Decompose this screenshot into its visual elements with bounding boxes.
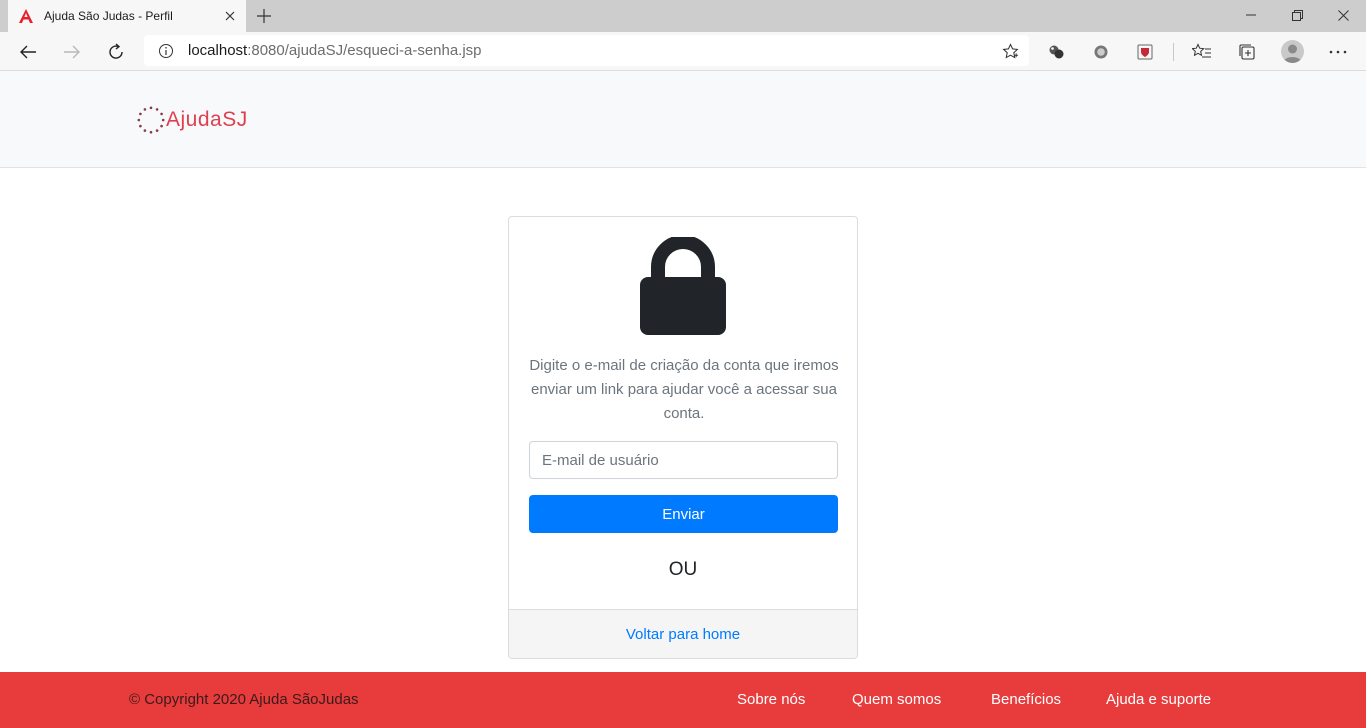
footer-link-ajuda-suporte[interactable]: Ajuda e suporte: [1106, 691, 1211, 708]
restore-icon[interactable]: [1274, 0, 1320, 30]
email-input[interactable]: [529, 441, 838, 479]
profile-avatar[interactable]: [1281, 40, 1304, 63]
browser-toolbar: localhost:8080/ajudaSJ/esqueci-a-senha.j…: [0, 32, 1366, 71]
card-footer: Voltar para home: [509, 609, 857, 658]
url-host: localhost: [188, 42, 248, 59]
browser-tab[interactable]: Ajuda São Judas - Perfil: [8, 0, 246, 32]
favorite-star-icon[interactable]: [1001, 42, 1019, 60]
forward-arrow-icon[interactable]: [60, 40, 84, 64]
or-separator: OU: [668, 559, 698, 580]
copyright-text: © Copyright 2020 Ajuda SãoJudas: [129, 691, 359, 708]
site-footer: © Copyright 2020 Ajuda SãoJudas Sobre nó…: [0, 672, 1366, 728]
tab-close-icon[interactable]: [222, 8, 238, 24]
back-arrow-icon[interactable]: [16, 40, 40, 64]
extension-circle-icon[interactable]: [1089, 40, 1113, 64]
toolbar-divider: [1173, 43, 1174, 61]
more-options-icon[interactable]: [1326, 40, 1350, 64]
minimize-icon[interactable]: [1228, 0, 1274, 30]
site-header: AjudaSJ: [0, 71, 1366, 168]
tab-title: Ajuda São Judas - Perfil: [44, 9, 173, 23]
extension-icon[interactable]: [1044, 40, 1068, 64]
extension-shield-icon[interactable]: [1133, 40, 1157, 64]
lock-icon: [640, 237, 726, 335]
new-tab-icon[interactable]: [254, 6, 274, 26]
footer-link-sobre-nos[interactable]: Sobre nós: [737, 691, 805, 708]
password-recovery-card: Digite o e-mail de criação da conta que …: [508, 216, 858, 659]
back-home-link[interactable]: Voltar para home: [626, 626, 740, 643]
url-text: localhost:8080/ajudaSJ/esqueci-a-senha.j…: [188, 42, 482, 59]
close-window-icon[interactable]: [1320, 0, 1366, 30]
brand-logo-icon: [137, 106, 165, 134]
app-favicon-icon: [18, 7, 34, 25]
submit-button[interactable]: Enviar: [529, 495, 838, 533]
site-info-icon[interactable]: [158, 43, 174, 59]
brand-name: AjudaSJ: [166, 108, 248, 131]
url-path: :8080/ajudaSJ/esqueci-a-senha.jsp: [247, 42, 482, 59]
favorites-icon[interactable]: [1190, 40, 1214, 64]
collections-icon[interactable]: [1235, 40, 1259, 64]
instructions-text: Digite o e-mail de criação da conta que …: [529, 357, 839, 422]
brand-link[interactable]: AjudaSJ: [136, 104, 248, 136]
browser-tabstrip: Ajuda São Judas - Perfil: [0, 0, 1366, 32]
footer-link-quem-somos[interactable]: Quem somos: [852, 691, 941, 708]
footer-link-beneficios[interactable]: Benefícios: [991, 691, 1061, 708]
refresh-icon[interactable]: [104, 40, 128, 64]
address-bar[interactable]: localhost:8080/ajudaSJ/esqueci-a-senha.j…: [144, 35, 1029, 66]
